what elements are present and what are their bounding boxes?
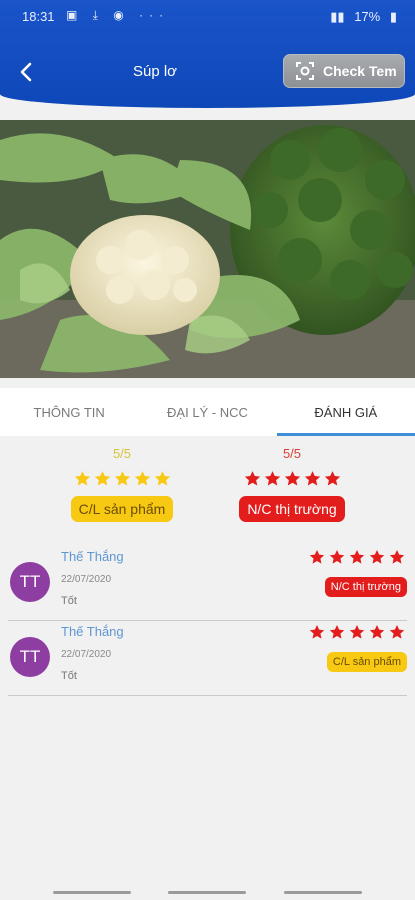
star-icon xyxy=(369,625,385,639)
battery-level: 17% xyxy=(354,9,381,24)
star-icon xyxy=(284,471,300,486)
avatar: TT xyxy=(10,562,50,602)
star-icon xyxy=(329,550,345,564)
quality-summary: 5/5 C/L sản phẩm xyxy=(62,446,182,522)
star-icon xyxy=(244,471,260,486)
star-icon xyxy=(329,625,345,639)
product-image xyxy=(0,120,415,378)
review-comment: Tốt xyxy=(61,670,77,682)
star-icon xyxy=(94,471,110,486)
check-tem-label: Check Tem xyxy=(323,63,397,79)
star-icon xyxy=(304,471,320,486)
tab-thong-tin[interactable]: THÔNG TIN xyxy=(0,388,138,436)
quality-stars xyxy=(62,470,182,487)
review-date: 22/07/2020 xyxy=(61,649,112,660)
check-tem-button[interactable]: Check Tem xyxy=(283,54,405,88)
vegetable-illustration xyxy=(0,120,415,378)
status-time: 18:31 xyxy=(22,9,55,24)
nav-recent-button[interactable] xyxy=(53,891,131,894)
market-badge: N/C thị trường xyxy=(239,496,345,522)
tab-bar: THÔNG TIN ĐẠI LÝ - NCC ĐÁNH GIÁ xyxy=(0,388,415,436)
tab-danh-gia[interactable]: ĐÁNH GIÁ xyxy=(276,388,415,436)
nav-back-button[interactable] xyxy=(284,891,362,894)
star-icon xyxy=(389,550,405,564)
star-icon xyxy=(74,471,90,486)
reviewer-name: Thế Thắng xyxy=(61,624,124,639)
star-icon xyxy=(264,471,280,486)
avatar: TT xyxy=(10,637,50,677)
review-item: TT Thế Thắng 22/07/2020 Tốt N/C thị trườ… xyxy=(8,545,407,621)
system-nav-bar xyxy=(0,885,415,900)
star-icon xyxy=(309,550,325,564)
star-icon xyxy=(309,625,325,639)
page-title: Súp lơ xyxy=(132,63,178,80)
review-tag: C/L sản phẩm xyxy=(326,652,407,672)
star-icon xyxy=(349,550,365,564)
review-stars xyxy=(309,549,405,565)
review-tag: N/C thị trường xyxy=(324,577,407,597)
tab-dai-ly-ncc[interactable]: ĐẠI LÝ - NCC xyxy=(138,388,276,436)
star-icon xyxy=(389,625,405,639)
notification-icons: ▣ ⤓ ◉ ··· xyxy=(66,8,170,22)
star-icon xyxy=(114,471,130,486)
signal-icon: ▮▮ xyxy=(330,9,345,24)
status-right: ▮▮ 17% ▮ xyxy=(324,9,397,25)
scan-icon xyxy=(296,62,314,80)
app-header: 18:31 ▣ ⤓ ◉ ··· ▮▮ 17% ▮ Súp lơ Check Te… xyxy=(0,0,415,108)
star-icon xyxy=(349,625,365,639)
review-date: 22/07/2020 xyxy=(61,574,112,585)
star-icon xyxy=(369,550,385,564)
review-stars xyxy=(309,624,405,640)
market-score: 5/5 xyxy=(282,446,302,461)
review-comment: Tốt xyxy=(61,595,77,607)
review-item: TT Thế Thắng 22/07/2020 Tốt C/L sản phẩm xyxy=(8,620,407,696)
market-summary: 5/5 N/C thị trường xyxy=(232,446,352,522)
star-icon xyxy=(324,471,340,486)
nav-home-button[interactable] xyxy=(168,891,246,894)
status-bar: 18:31 ▣ ⤓ ◉ ··· ▮▮ 17% ▮ xyxy=(0,0,415,34)
market-stars xyxy=(232,470,352,487)
star-icon xyxy=(154,471,170,486)
reviewer-name: Thế Thắng xyxy=(61,549,124,564)
battery-icon: ▮ xyxy=(389,9,397,24)
quality-score: 5/5 xyxy=(112,446,132,461)
quality-badge: C/L sản phẩm xyxy=(70,496,174,522)
star-icon xyxy=(134,471,150,486)
